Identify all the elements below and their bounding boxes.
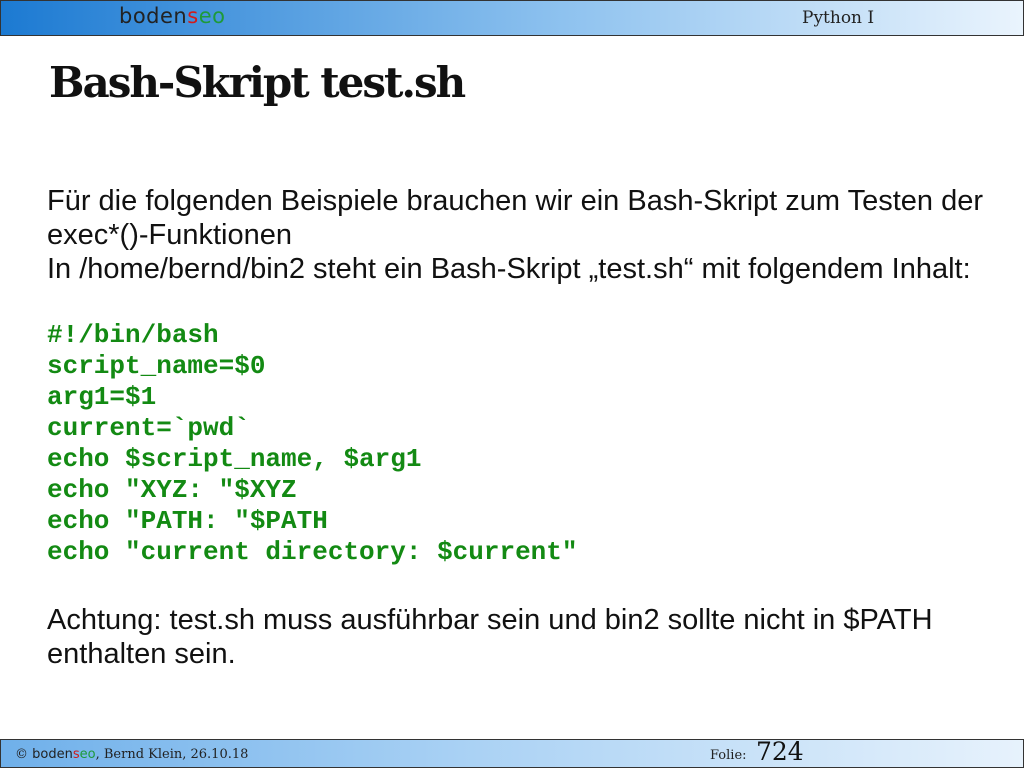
footer-brand-part3: e (79, 747, 88, 762)
code-block: #!/bin/bash script_name=$0 arg1=$1 curre… (47, 320, 578, 568)
footer-brand-part2: s (72, 747, 80, 762)
code-line: echo $script_name, $arg1 (47, 444, 422, 474)
intro-paragraph: In /home/bernd/bin2 steht ein Bash-Skrip… (47, 253, 971, 285)
footer-bar: © bodenseo, Bernd Klein, 26.10.18 Folie:… (0, 737, 1024, 768)
footer-brand-part4: o (87, 747, 96, 762)
course-title: Python I (802, 8, 875, 28)
logo-part4: o (212, 4, 226, 28)
slide-intro: Für die folgenden Beispiele brauchen wir… (47, 184, 997, 286)
code-line: echo "PATH: "$PATH (47, 506, 328, 536)
folie-label: Folie: (710, 748, 747, 763)
footer-brand: bodenseo (32, 747, 95, 762)
code-line: script_name=$0 (47, 351, 266, 381)
copyright-line: © bodenseo, Bernd Klein, 26.10.18 (15, 747, 248, 762)
copyright-symbol: © (15, 747, 28, 762)
logo-part3: e (198, 4, 213, 28)
logo-part2: s (187, 4, 199, 28)
code-line: current=`pwd` (47, 413, 250, 443)
code-line: echo "XYZ: "$XYZ (47, 475, 297, 505)
code-line: arg1=$1 (47, 382, 157, 412)
slide-title: Bash-Skript test.sh (49, 58, 466, 107)
bodenseo-logo: bodenseo (119, 4, 225, 28)
logo-part1: boden (119, 4, 188, 28)
header-bar: bodenseo Python I (0, 0, 1024, 36)
author-date: , Bernd Klein, 26.10.18 (95, 747, 249, 762)
intro-paragraph: Für die folgenden Beispiele brauchen wir… (47, 185, 984, 251)
footer-brand-part1: boden (32, 747, 73, 762)
warning-note: Achtung: test.sh muss ausführbar sein un… (47, 604, 933, 670)
code-line: echo "current directory: $current" (47, 537, 578, 567)
slide-number: 724 (756, 737, 804, 766)
code-line: #!/bin/bash (47, 320, 219, 350)
